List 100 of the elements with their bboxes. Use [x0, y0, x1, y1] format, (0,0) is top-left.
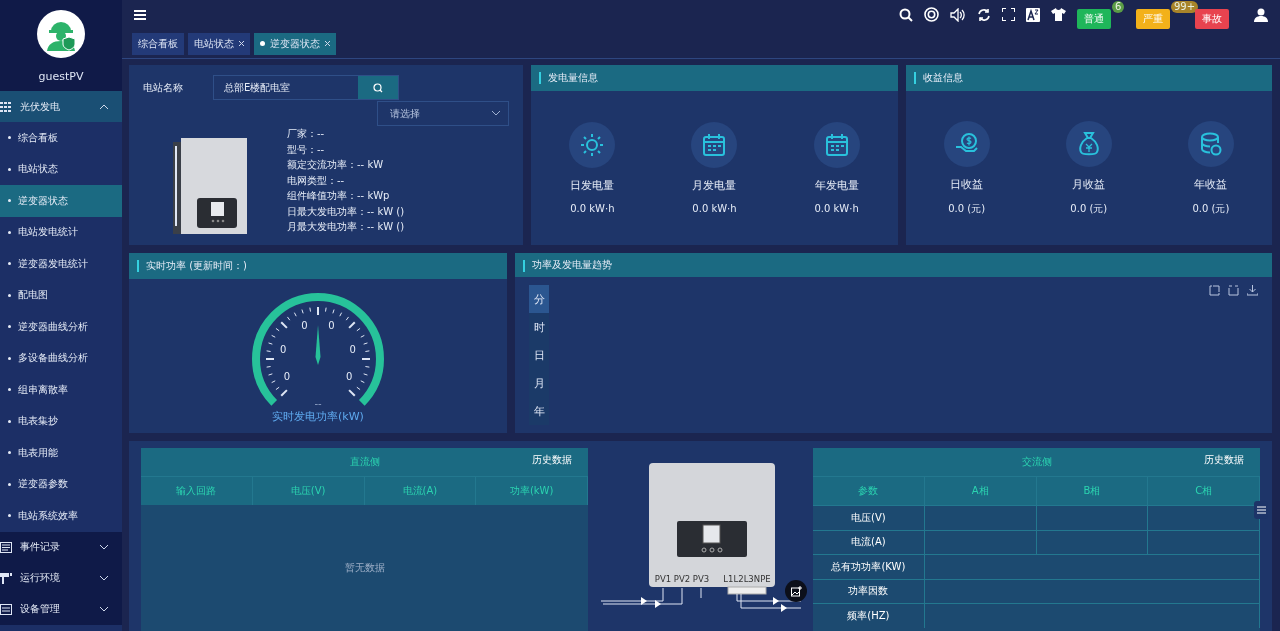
card-title: 实时功率 (更新时间：): [129, 253, 507, 279]
fullscreen-icon[interactable]: [1002, 8, 1015, 21]
menu-item[interactable]: 电站发电统计: [0, 216, 122, 248]
bullet-icon: [8, 167, 11, 171]
stat-value: 0.0 (元): [1192, 201, 1230, 216]
search-icon[interactable]: [899, 7, 913, 22]
menu-item[interactable]: 逆变器曲线分析: [0, 311, 122, 343]
money-bag-icon: [1078, 131, 1099, 156]
bullet-icon: [8, 136, 11, 140]
chevron-down-icon: [492, 111, 501, 116]
stat-value: 0.0 kW·h: [570, 203, 615, 214]
menu-item[interactable]: 逆变器状态: [0, 185, 122, 217]
port-label: L1L2L3NPE: [722, 574, 771, 584]
terminal-block: [727, 586, 766, 595]
stat-label: 日发电量: [570, 178, 615, 193]
shirt-icon[interactable]: [1051, 8, 1066, 21]
column-header: A相: [924, 477, 1037, 505]
menu-item[interactable]: 逆变器发电统计: [0, 248, 122, 280]
period-tab[interactable]: 分: [529, 285, 549, 313]
info-line: 厂家：--: [287, 127, 326, 141]
bullet-icon: [8, 419, 11, 423]
menu-item[interactable]: 电表用能: [0, 437, 122, 469]
period-tab[interactable]: 时: [529, 313, 549, 341]
chevron-down-icon: [100, 606, 108, 612]
stat-label: 月收益: [1072, 176, 1106, 192]
menu-item[interactable]: 多设备曲线分析: [0, 342, 122, 374]
tower-icon: [0, 572, 12, 584]
chevron-down-icon: [100, 575, 108, 581]
gauge-scale-label: 0: [301, 319, 308, 331]
info-line: 额定交流功率：-- kW: [287, 158, 385, 172]
document-icon: [0, 541, 12, 553]
station-search-field[interactable]: 总部E楼配电室: [213, 75, 399, 100]
column-header: 功率(kW): [476, 477, 588, 505]
refresh-icon[interactable]: [977, 7, 991, 22]
menu-item[interactable]: 电站系统效率: [0, 500, 122, 532]
chevron-up-icon: [100, 104, 108, 109]
coin-stack-icon: [1199, 131, 1222, 156]
restore-icon[interactable]: [1209, 285, 1220, 296]
page-tab[interactable]: 电站状态: [188, 32, 250, 55]
bullet-icon: [8, 293, 11, 297]
info-line: 月最大发电功率：-- kW (): [287, 220, 405, 234]
search-icon: [373, 82, 383, 93]
add-image-button[interactable]: [785, 580, 807, 602]
menu-item[interactable]: 组串离散率: [0, 374, 122, 406]
search-button[interactable]: [358, 76, 398, 99]
column-header: 输入回路: [141, 477, 253, 505]
history-link[interactable]: 历史数据: [532, 453, 572, 467]
row-label: 总有功功率(KW): [813, 555, 925, 579]
stat-label: 月发电量: [692, 178, 737, 193]
menu-group[interactable]: 光伏发电: [0, 91, 122, 122]
period-tab[interactable]: 月: [529, 369, 549, 397]
download-icon[interactable]: [1247, 285, 1258, 296]
stat-label: 年发电量: [814, 178, 859, 193]
menu-group[interactable]: 事件记录: [0, 531, 122, 563]
bullet-icon: [8, 482, 11, 486]
menu-item[interactable]: 电表集抄: [0, 405, 122, 437]
list-icon: [0, 603, 12, 615]
stat-value: 0.0 kW·h: [692, 203, 737, 214]
port-label: PV3: [692, 574, 709, 584]
image-plus-icon: [790, 585, 802, 597]
bullet-icon: [8, 230, 11, 234]
tab-label: 电站状态: [194, 36, 234, 51]
table-title: 交流侧: [1021, 455, 1052, 469]
page-tab[interactable]: 综合看板: [132, 32, 184, 55]
lifebuoy-icon[interactable]: [924, 7, 939, 22]
card-title: 发电量信息: [531, 65, 898, 91]
period-tab[interactable]: 日: [529, 341, 549, 369]
card-title: 收益信息: [905, 65, 1272, 91]
stat-value: 0.0 (元): [948, 201, 986, 216]
dot-icon: [260, 41, 265, 46]
history-link[interactable]: 历史数据: [1204, 453, 1244, 467]
zoom-reset-icon[interactable]: [1228, 285, 1239, 296]
menu-group[interactable]: 设备管理: [0, 593, 122, 625]
gauge-scale-label: 0: [346, 371, 353, 382]
close-icon[interactable]: [239, 41, 244, 46]
calendar-icon: [825, 134, 848, 156]
menu-icon[interactable]: [134, 9, 146, 20]
bullet-icon: [8, 325, 11, 329]
select-dropdown[interactable]: 请选择: [377, 101, 510, 126]
alarm-button[interactable]: 事故: [1195, 9, 1229, 29]
page-tab[interactable]: 逆变器状态: [254, 32, 336, 55]
column-header: 电压(V): [252, 477, 365, 505]
chevron-down-icon: [100, 544, 108, 550]
menu-item[interactable]: 配电图: [0, 279, 122, 311]
menu-item[interactable]: 综合看板: [0, 122, 122, 154]
user-icon[interactable]: [1254, 7, 1268, 22]
volume-icon[interactable]: [950, 7, 966, 22]
count-badge: 6: [1112, 1, 1125, 13]
menu-group[interactable]: 运行环境: [0, 562, 122, 594]
table-title: 直流侧: [349, 455, 380, 469]
info-line: 组件峰值功率：-- kWp: [287, 189, 391, 203]
grid-icon: [0, 101, 12, 112]
close-icon[interactable]: [325, 41, 330, 46]
menu-item[interactable]: 逆变器参数: [0, 468, 122, 500]
menu-item[interactable]: 电站状态: [0, 153, 122, 185]
gauge-scale-label: 0: [349, 343, 356, 355]
info-line: 型号：--: [287, 142, 326, 157]
bullet-icon: [8, 388, 11, 392]
font-size-icon[interactable]: [1026, 7, 1040, 22]
period-tab[interactable]: 年: [529, 397, 549, 425]
